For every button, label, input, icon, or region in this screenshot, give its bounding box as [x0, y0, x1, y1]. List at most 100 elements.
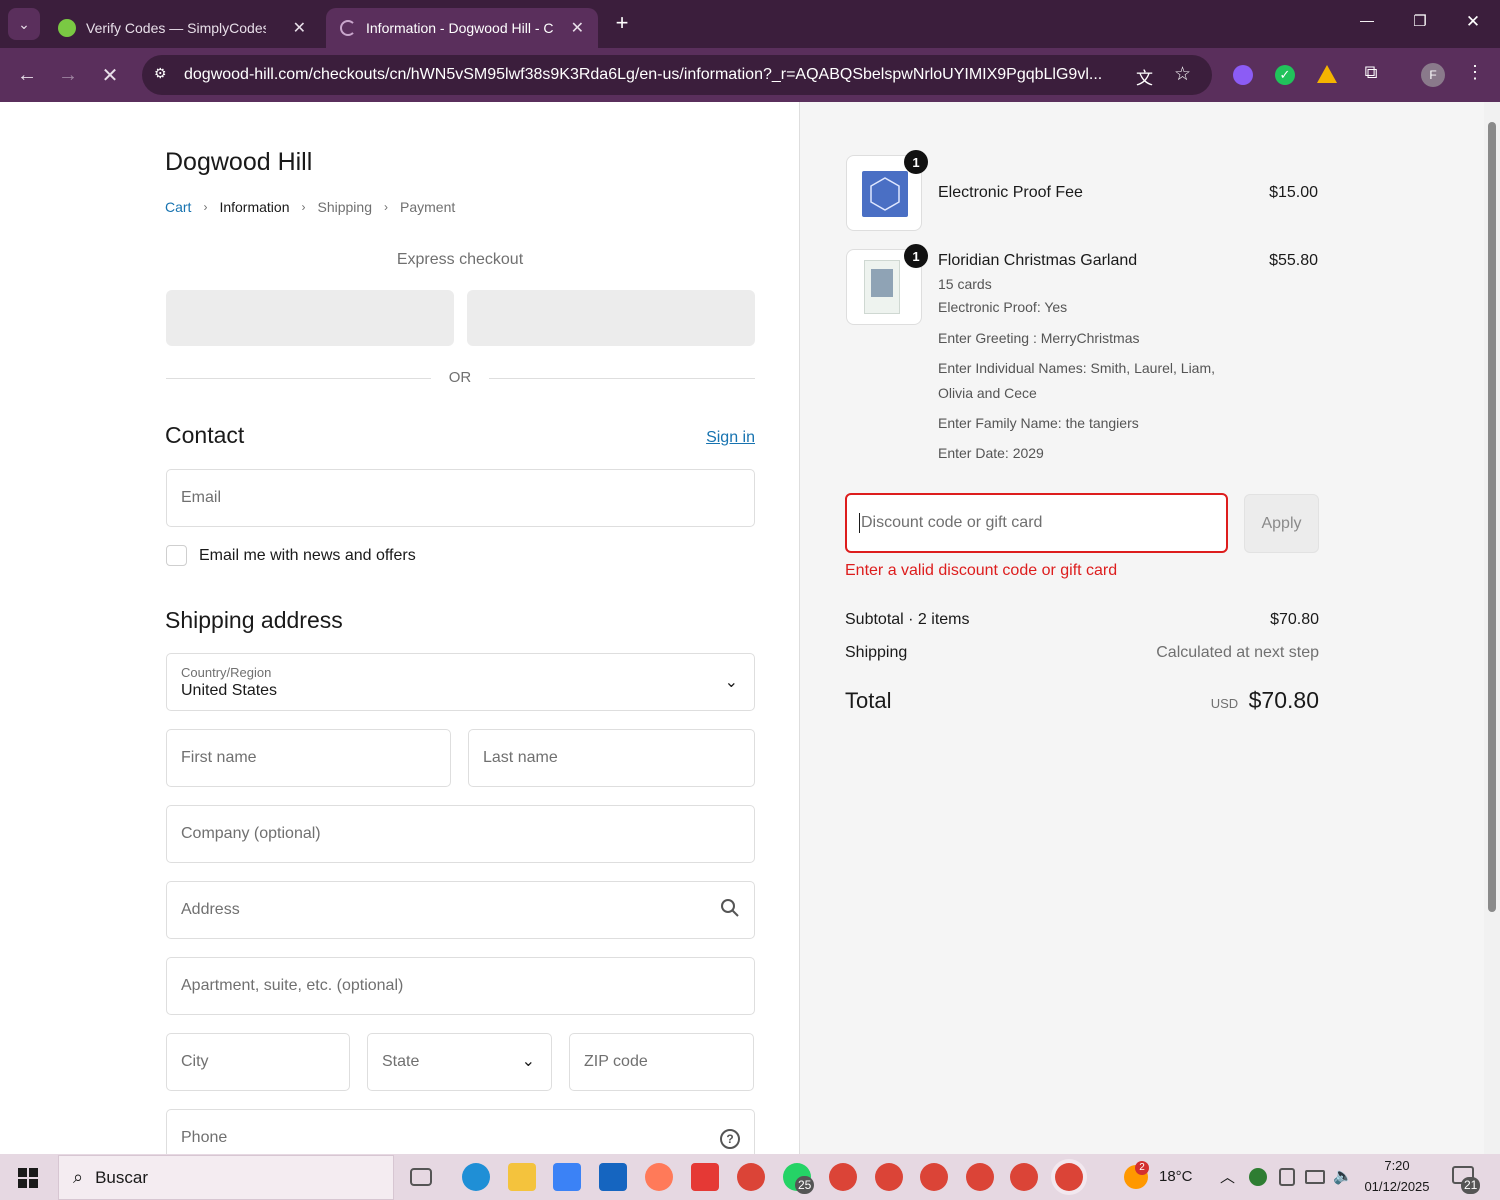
country-select[interactable]: Country/Region United States ⌄: [166, 653, 755, 711]
breadcrumb-separator: ›: [301, 200, 306, 214]
breadcrumb-payment: Payment: [400, 199, 456, 215]
menu-kebab-icon[interactable]: ⋮: [1466, 62, 1484, 86]
product-option: Enter Greeting : MerryChristmas: [938, 330, 1140, 346]
network-icon[interactable]: [1305, 1170, 1325, 1184]
outlook-icon[interactable]: [599, 1163, 627, 1191]
extension-drive-icon[interactable]: [1317, 65, 1337, 83]
product-price: $15.00: [1269, 184, 1318, 201]
close-window-button[interactable]: ✕: [1458, 12, 1488, 32]
address-bar[interactable]: ⚙ dogwood-hill.com/checkouts/cn/hWN5vSM9…: [142, 55, 1212, 95]
country-label: Country/Region: [181, 664, 272, 680]
apply-label: Apply: [1261, 514, 1302, 532]
back-arrow-icon[interactable]: ←: [14, 62, 40, 88]
clock-time[interactable]: 7:20: [1372, 1158, 1422, 1173]
product-option: Olivia and Cece: [938, 385, 1037, 401]
tray-chevron-icon[interactable]: ︿: [1220, 1166, 1235, 1187]
task-view-icon[interactable]: [410, 1168, 432, 1186]
last-name-field[interactable]: Last name: [468, 729, 755, 787]
new-tab-button[interactable]: +: [610, 10, 634, 38]
help-icon[interactable]: ?: [720, 1129, 740, 1149]
quantity-badge: 1: [904, 150, 928, 174]
state-select[interactable]: State ⌄: [367, 1033, 552, 1091]
shop-name[interactable]: Dogwood Hill: [165, 148, 312, 177]
clock-date[interactable]: 01/12/2025: [1358, 1179, 1436, 1194]
chrome-profile-icon[interactable]: [737, 1163, 765, 1191]
restore-button[interactable]: ❐: [1405, 12, 1435, 30]
windows-start-icon[interactable]: [18, 1168, 38, 1188]
product-price: $55.80: [1269, 252, 1318, 269]
phone-field[interactable]: Phone ?: [166, 1109, 755, 1154]
phone-placeholder: Phone: [181, 1129, 228, 1146]
address-field[interactable]: Address: [166, 881, 755, 939]
shipping-label: Shipping: [845, 644, 908, 661]
or-separator: OR: [448, 369, 472, 386]
total-value: $70.80: [1248, 687, 1319, 713]
chrome-profile-icon[interactable]: [966, 1163, 994, 1191]
family-photo-icon: [871, 269, 893, 297]
scrollbar-thumb[interactable]: [1488, 122, 1496, 912]
chrome-profile-icon[interactable]: [1010, 1163, 1038, 1191]
loading-spinner-icon: [340, 20, 356, 36]
simplycodes-favicon-icon: [58, 19, 76, 37]
tab-close-icon[interactable]: ✕: [571, 18, 584, 38]
bookmark-star-icon[interactable]: ☆: [1174, 63, 1191, 86]
page-scrollbar[interactable]: [1484, 102, 1500, 1154]
chevron-down-icon: ⌄: [521, 1053, 535, 1070]
taskbar-search-box[interactable]: ⌕ Buscar: [58, 1155, 394, 1200]
address-placeholder: Address: [181, 901, 240, 918]
temperature: 18°C: [1159, 1168, 1193, 1185]
sign-in-link[interactable]: Sign in: [650, 429, 755, 447]
first-name-placeholder: First name: [181, 749, 257, 766]
product-name: Floridian Christmas Garland: [938, 252, 1138, 269]
chrome-profile-icon[interactable]: [1055, 1163, 1083, 1191]
country-value: United States: [181, 681, 278, 699]
zip-field[interactable]: ZIP code: [569, 1033, 754, 1091]
email-field[interactable]: Email: [166, 469, 755, 527]
apply-button[interactable]: Apply: [1244, 494, 1319, 553]
file-explorer-icon[interactable]: [508, 1163, 536, 1191]
tray-security-icon[interactable]: [1279, 1168, 1295, 1186]
extension-check-icon[interactable]: ✓: [1275, 65, 1295, 85]
volume-icon[interactable]: 🔈: [1333, 1166, 1353, 1186]
subtotal-value: $70.80: [1270, 611, 1319, 628]
wps-office-icon[interactable]: [691, 1163, 719, 1191]
tab-title: Verify Codes — SimplyCodes: [86, 20, 266, 36]
company-field[interactable]: Company (optional): [166, 805, 755, 863]
url-text[interactable]: dogwood-hill.com/checkouts/cn/hWN5vSM95l…: [184, 66, 1124, 84]
newsletter-checkbox[interactable]: [166, 545, 187, 566]
translate-icon[interactable]: 文: [1136, 64, 1153, 89]
microsoft-store-icon[interactable]: [553, 1163, 581, 1191]
tab-dogwood-hill[interactable]: Information - Dogwood Hill - C ✕: [326, 8, 598, 48]
chrome-profile-icon[interactable]: [875, 1163, 903, 1191]
city-field[interactable]: City: [166, 1033, 350, 1091]
express-pay-button-2[interactable]: [467, 290, 755, 346]
profile-avatar[interactable]: F: [1421, 63, 1445, 87]
browser-tab-strip: ⌄ Verify Codes — SimplyCodes ✕ Informati…: [0, 0, 1500, 48]
discount-code-input[interactable]: Discount code or gift card: [845, 493, 1228, 553]
tab-search-button[interactable]: ⌄: [8, 8, 40, 40]
tab-close-icon[interactable]: ✕: [293, 18, 306, 38]
first-name-field[interactable]: First name: [166, 729, 451, 787]
extensions-puzzle-icon[interactable]: ⧉: [1359, 62, 1383, 86]
apartment-field[interactable]: Apartment, suite, etc. (optional): [166, 957, 755, 1015]
product-option: Enter Individual Names: Smith, Laurel, L…: [938, 360, 1216, 376]
breadcrumb-cart[interactable]: Cart: [165, 199, 191, 215]
forward-arrow-icon[interactable]: →: [55, 62, 81, 88]
newsletter-label[interactable]: Email me with news and offers: [199, 547, 416, 565]
chrome-profile-icon[interactable]: [829, 1163, 857, 1191]
discount-error-message: Enter a valid discount code or gift card: [845, 562, 1118, 579]
site-info-icon[interactable]: ⚙: [154, 65, 174, 85]
stop-loading-icon[interactable]: ✕: [97, 62, 123, 88]
extension-purple-icon[interactable]: [1233, 65, 1253, 85]
tray-app-icon[interactable]: [1249, 1168, 1267, 1186]
shipping-value: Calculated at next step: [1156, 644, 1319, 661]
chrome-profile-icon[interactable]: [920, 1163, 948, 1191]
product-option: 15 cards: [938, 276, 992, 292]
edge-browser-icon[interactable]: [462, 1163, 490, 1191]
express-pay-button-1[interactable]: [166, 290, 454, 346]
subtotal-label: Subtotal · 2 items: [845, 611, 970, 628]
tab-simplycodes[interactable]: Verify Codes — SimplyCodes ✕: [44, 8, 320, 48]
minimize-button[interactable]: —: [1352, 12, 1382, 28]
photos-icon[interactable]: [645, 1163, 673, 1191]
chevron-down-icon: ⌄: [724, 674, 738, 691]
